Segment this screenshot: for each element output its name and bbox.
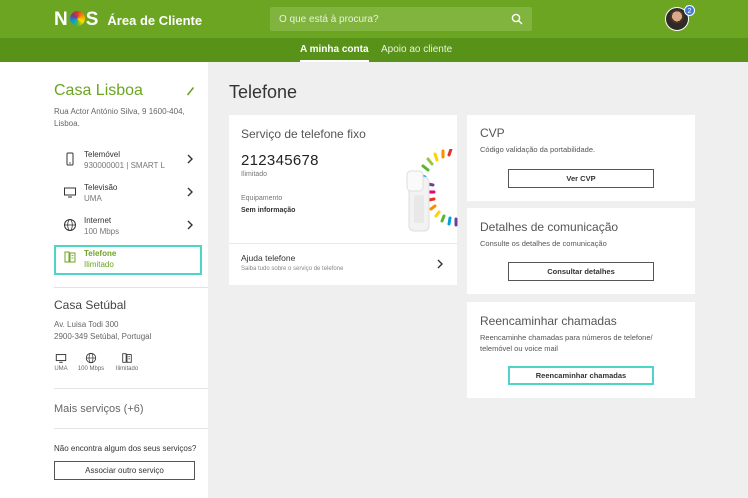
service-name: Televisão [84,183,118,192]
tv-icon [64,187,76,198]
phone-number: 212345678 [241,152,319,169]
location-title: Casa Lisboa [54,82,143,99]
app-title: Área de Cliente [107,12,203,28]
card-description-line1: Reencaminhe chamadas para números de tel… [480,333,653,342]
mini-service-label: Ilimitado [115,366,139,372]
landline-phone-icon [64,251,76,263]
sidebar-item-landline[interactable]: Telefone Ilimitado [54,245,202,275]
top-header: NS Área de Cliente 2 [0,0,748,38]
service-detail: UMA [84,194,102,203]
help-subtitle: Saiba tudo sobre o serviço de telefone [241,266,344,272]
brand-logo[interactable]: NS Área de Cliente [54,9,202,31]
location-title: Casa Setúbal [54,298,127,312]
mini-service-label: 100 Mbps [77,366,105,372]
search-icon[interactable] [511,13,523,25]
card-description-line2: telemóvel ou voice mail [480,344,558,353]
mini-service-tv[interactable]: UMA [52,352,70,372]
chevron-right-icon [187,220,193,230]
not-found-text: Não encontra algum dos seus serviços? [54,444,197,453]
view-cvp-button[interactable]: Ver CVP [508,169,654,188]
mobile-phone-icon [66,152,74,166]
sidebar-item-tv[interactable]: Televisão UMA [54,180,202,210]
logo-ring-icon [69,11,85,26]
service-name: Telefone [84,249,117,258]
location-address-line1: Av. Luisa Todi 300 [54,320,119,329]
divider [54,287,208,288]
mini-service-internet[interactable]: 100 Mbps [75,352,107,372]
equipment-label: Equipamento [241,195,283,202]
view-details-button[interactable]: Consultar detalhes [508,262,654,281]
landline-phone-illustration [406,149,458,232]
chevron-right-icon [187,154,193,164]
associate-service-button[interactable]: Associar outro serviço [54,461,195,480]
search-input[interactable] [270,7,506,31]
tab-customer-support[interactable]: Apoio ao cliente [381,38,452,62]
card-title: Serviço de telefone fixo [241,127,366,141]
sidebar-item-internet[interactable]: Internet 100 Mbps [54,213,202,243]
communication-details-card: Detalhes de comunicação Consulte os deta… [467,208,695,294]
fixed-phone-card: Serviço de telefone fixo 212345678 Ilimi… [229,115,458,285]
help-title: Ajuda telefone [241,253,296,263]
card-title: Reencaminhar chamadas [480,314,617,328]
phone-help-row[interactable]: Ajuda telefone Saiba tudo sobre o serviç… [229,244,457,285]
equipment-value: Sem informação [241,207,296,214]
divider [54,388,208,389]
search-box[interactable] [270,7,532,31]
call-forwarding-card: Reencaminhar chamadas Reencaminhe chamad… [467,302,695,398]
notification-badge[interactable]: 2 [684,5,695,16]
logo-wordmark: NS [54,9,100,30]
card-description: Código validação da portabilidade. [480,145,596,154]
tab-my-account[interactable]: A minha conta [300,38,369,62]
edit-pencil-icon[interactable] [186,86,195,96]
card-title: CVP [480,126,505,140]
mini-service-label: UMA [54,366,68,372]
chevron-right-icon [187,187,193,197]
main-nav: A minha conta Apoio ao cliente [0,38,748,62]
service-name: Telemóvel [84,150,121,159]
location-address-line2: 2900-349 Setúbal, Portugal [54,332,152,341]
mini-service-landline[interactable]: Ilimitado [112,352,142,372]
card-description: Consulte os detalhes de comunicação [480,239,607,248]
landline-phone-icon [122,353,132,363]
service-detail: 930000001 | SMART L [84,161,165,170]
globe-icon [64,219,76,231]
service-name: Internet [84,216,112,225]
location-address: Rua Actor António Silva, 9 1600-404, Lis… [54,107,185,128]
card-title: Detalhes de comunicação [480,220,619,234]
chevron-right-icon [437,259,443,269]
sidebar: Casa Lisboa Rua Actor António Silva, 9 1… [0,62,208,498]
forward-calls-button[interactable]: Reencaminhar chamadas [508,366,654,385]
service-detail: Ilimitado [84,260,114,269]
divider [54,428,208,429]
sidebar-item-mobile[interactable]: Telemóvel 930000001 | SMART L [54,147,202,177]
globe-icon [85,352,97,364]
cvp-card: CVP Código validação da portabilidade. V… [467,115,695,201]
more-services-link[interactable]: Mais serviços (+6) [54,403,144,415]
tv-icon [55,354,67,363]
service-detail: 100 Mbps [84,227,120,236]
phone-plan: Ilimitado [241,171,268,178]
page-title: Telefone [229,82,298,102]
